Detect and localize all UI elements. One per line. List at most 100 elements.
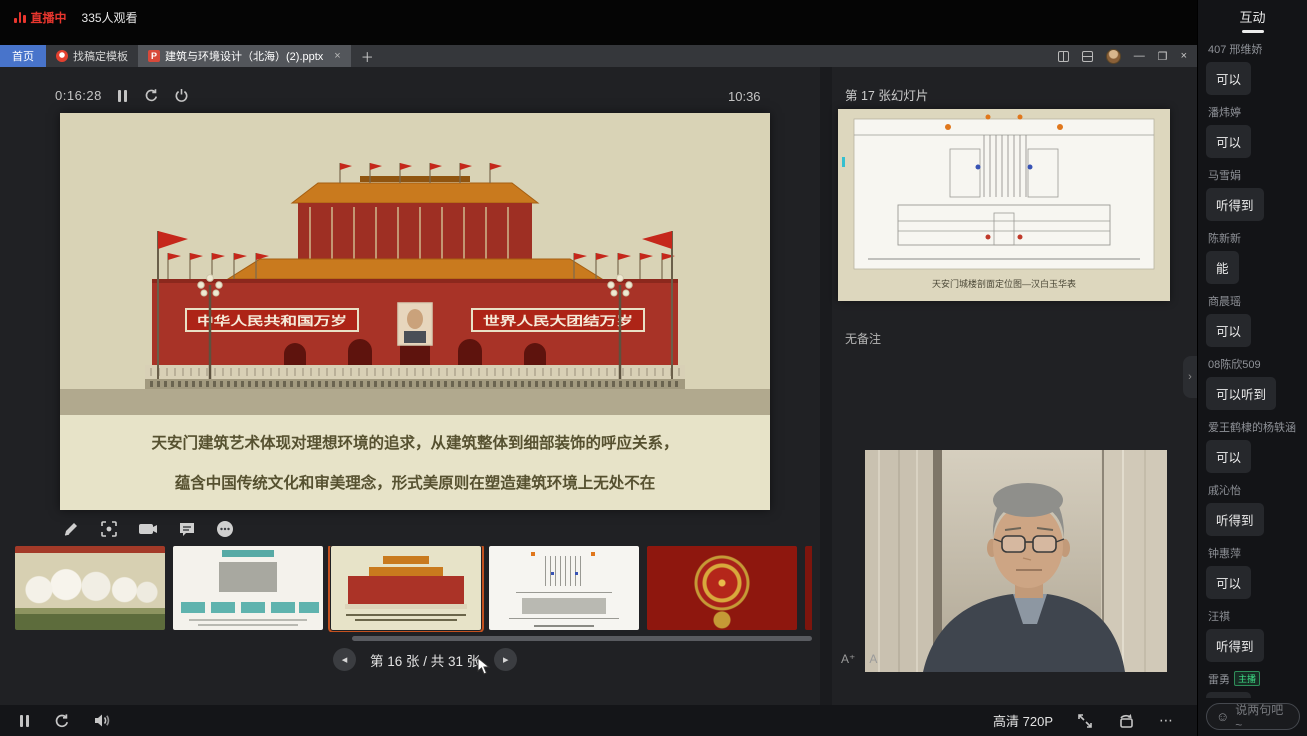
pencil-icon[interactable]: [62, 520, 80, 538]
chat-message: 汪祺 听得到: [1206, 608, 1299, 662]
chat-username: 陈新新: [1208, 233, 1241, 245]
presentation-timer: 0:16:28: [55, 88, 102, 103]
slide-thumbnail[interactable]: [15, 546, 165, 630]
slide-thumbnail[interactable]: [173, 546, 323, 630]
chat-message: 08陈欣509 可以听到: [1206, 356, 1299, 410]
slide-thumbnail[interactable]: [489, 546, 639, 630]
panel-divider: [820, 67, 832, 705]
chat-message: 雷勇主播 可以: [1206, 671, 1299, 698]
notes-status: 无备注: [845, 330, 881, 347]
chat-bubble: 听得到: [1206, 188, 1264, 221]
reload-stream-button[interactable]: [54, 713, 70, 729]
live-status-label: 直播中: [31, 9, 67, 26]
chat-username: 钟惠萍: [1208, 548, 1241, 560]
slide-thumbnail[interactable]: [331, 546, 481, 630]
tab-bar: 首页 找稿定模板 P 建筑与环境设计（北海）(2).pptx × ＋ — ❐ ×: [0, 45, 1197, 67]
laser-focus-icon[interactable]: [100, 520, 118, 538]
chat-message: 爱王鹤棣的杨轶涵 可以: [1206, 419, 1299, 473]
tab-template[interactable]: 找稿定模板: [46, 45, 138, 67]
banner-right: 世界人民大团结万岁: [483, 313, 633, 328]
chat-message: 陈新新 能: [1206, 230, 1299, 284]
font-size-decrease-icon[interactable]: A: [869, 652, 877, 666]
slide-thumbnail[interactable]: [647, 546, 797, 630]
tab-home[interactable]: 首页: [0, 45, 46, 67]
camera-icon[interactable]: [138, 521, 158, 537]
template-logo-icon: [56, 50, 68, 62]
pause-timer-icon[interactable]: [117, 90, 129, 102]
chat-bubble: 能: [1206, 251, 1239, 284]
webcam-video[interactable]: [865, 450, 1167, 672]
fullscreen-icon[interactable]: [1077, 713, 1093, 729]
chat-username: 407 邢维娇: [1208, 44, 1262, 56]
chat-username: 爱王鹤棣的杨轶涵: [1208, 422, 1296, 434]
app-window: 直播中 335人观看 首页 找稿定模板 P 建筑与环境设计（北海）(2).ppt…: [0, 0, 1307, 736]
chat-bubble: 可以: [1206, 314, 1251, 347]
chat-username: 潘炜婷: [1208, 107, 1241, 119]
chat-list[interactable]: 407 邢维娇 可以 潘炜婷 可以 马雪娟 听得到 陈新新 能 商晨瑶 可以 0…: [1198, 36, 1307, 698]
clock: 10:36: [728, 89, 761, 104]
chat-bubble: 可以: [1206, 62, 1251, 95]
slide-text-line2: 蕴含中国传统文化和审美理念，形式美原则在塑造建筑环境上无处不在: [60, 471, 770, 493]
slide-text-line1: 天安门建筑艺术体现对理想环境的追求，从建筑整体到细部装饰的呼应关系，: [60, 431, 770, 453]
interaction-sidebar: 互动 407 邢维娇 可以 潘炜婷 可以 马雪娟 听得到 陈新新 能 商晨瑶 可…: [1197, 0, 1307, 736]
chat-username: 雷勇: [1208, 674, 1230, 686]
close-window-button[interactable]: ×: [1181, 50, 1187, 62]
presenter-portrait: [865, 450, 1167, 672]
chat-username: 商晨瑶: [1208, 296, 1241, 308]
chat-message: 马雪娟 听得到: [1206, 167, 1299, 221]
filmstrip-scrollbar[interactable]: [352, 636, 812, 641]
player-bar: 高清 720P ⋯: [0, 705, 1197, 736]
volume-button[interactable]: [94, 713, 111, 728]
chat-message: 商晨瑶 可以: [1206, 293, 1299, 347]
tab-presentation-file[interactable]: P 建筑与环境设计（北海）(2).pptx ×: [138, 45, 351, 67]
mouse-cursor: [477, 657, 491, 680]
rotate-screen-icon[interactable]: [1117, 713, 1135, 729]
more-tools-icon[interactable]: [216, 520, 234, 538]
collapse-sidebar-handle[interactable]: ›: [1183, 356, 1197, 398]
chat-username: 08陈欣509: [1208, 359, 1261, 371]
restart-icon[interactable]: [144, 88, 159, 103]
chat-message: 戚沁怡 听得到: [1206, 482, 1299, 536]
avatar[interactable]: [1106, 49, 1121, 64]
split-view-icon[interactable]: [1058, 51, 1069, 62]
preview-caption: 天安门城楼剖面定位图—汉白玉华表: [932, 278, 1076, 289]
close-tab-icon[interactable]: ×: [334, 50, 340, 62]
slide-position: 第 16 张 / 共 31 张: [370, 650, 480, 670]
chat-username: 戚沁怡: [1208, 485, 1241, 497]
next-slide-title: 第 17 张幻灯片: [845, 85, 928, 104]
comment-icon[interactable]: [178, 521, 196, 538]
quality-selector[interactable]: 高清 720P: [993, 711, 1053, 730]
chat-bubble: 听得到: [1206, 503, 1264, 536]
power-icon[interactable]: [174, 88, 189, 103]
prev-slide-button[interactable]: ◂: [333, 648, 356, 671]
emoji-icon[interactable]: ☺: [1216, 709, 1229, 724]
minimize-button[interactable]: —: [1134, 50, 1145, 62]
slide-thumbnail[interactable]: [805, 546, 812, 630]
chat-username: 马雪娟: [1208, 170, 1241, 182]
chat-bubble: 可以: [1206, 692, 1251, 698]
next-slide-preview[interactable]: 天安门城楼剖面定位图—汉白玉华表: [838, 109, 1170, 301]
chat-username: 汪祺: [1208, 611, 1230, 623]
chat-bubble: 可以: [1206, 440, 1251, 473]
chat-message: 潘炜婷 可以: [1206, 104, 1299, 158]
sidebar-title: 互动: [1198, 7, 1307, 26]
more-options-icon[interactable]: ⋯: [1159, 712, 1175, 729]
live-status-bar: 直播中 335人观看: [0, 0, 1197, 45]
chat-bubble: 可以: [1206, 566, 1251, 599]
chat-message: 407 邢维娇 可以: [1206, 41, 1299, 95]
chat-input[interactable]: ☺ 说两句吧~: [1206, 703, 1300, 730]
banner-left: 中华人民共和国万岁: [197, 313, 347, 328]
viewer-count: 335人观看: [82, 9, 138, 26]
live-signal-icon: [14, 12, 26, 23]
slide-photo-tiananmen: 中华人民共和国万岁 世界人民大团结万岁: [60, 113, 770, 415]
restore-button[interactable]: ❐: [1158, 50, 1168, 63]
new-tab-button[interactable]: ＋: [351, 45, 384, 67]
next-slide-button[interactable]: ▸: [494, 648, 517, 671]
chat-bubble: 可以: [1206, 125, 1251, 158]
font-size-increase-icon[interactable]: A⁺: [841, 652, 855, 666]
annotation-toolbar: [62, 520, 234, 538]
host-badge: 主播: [1234, 671, 1260, 686]
slide-canvas[interactable]: 中华人民共和国万岁 世界人民大团结万岁: [60, 113, 770, 510]
pause-playback-button[interactable]: [18, 715, 30, 727]
layout-view-icon[interactable]: [1082, 51, 1093, 62]
